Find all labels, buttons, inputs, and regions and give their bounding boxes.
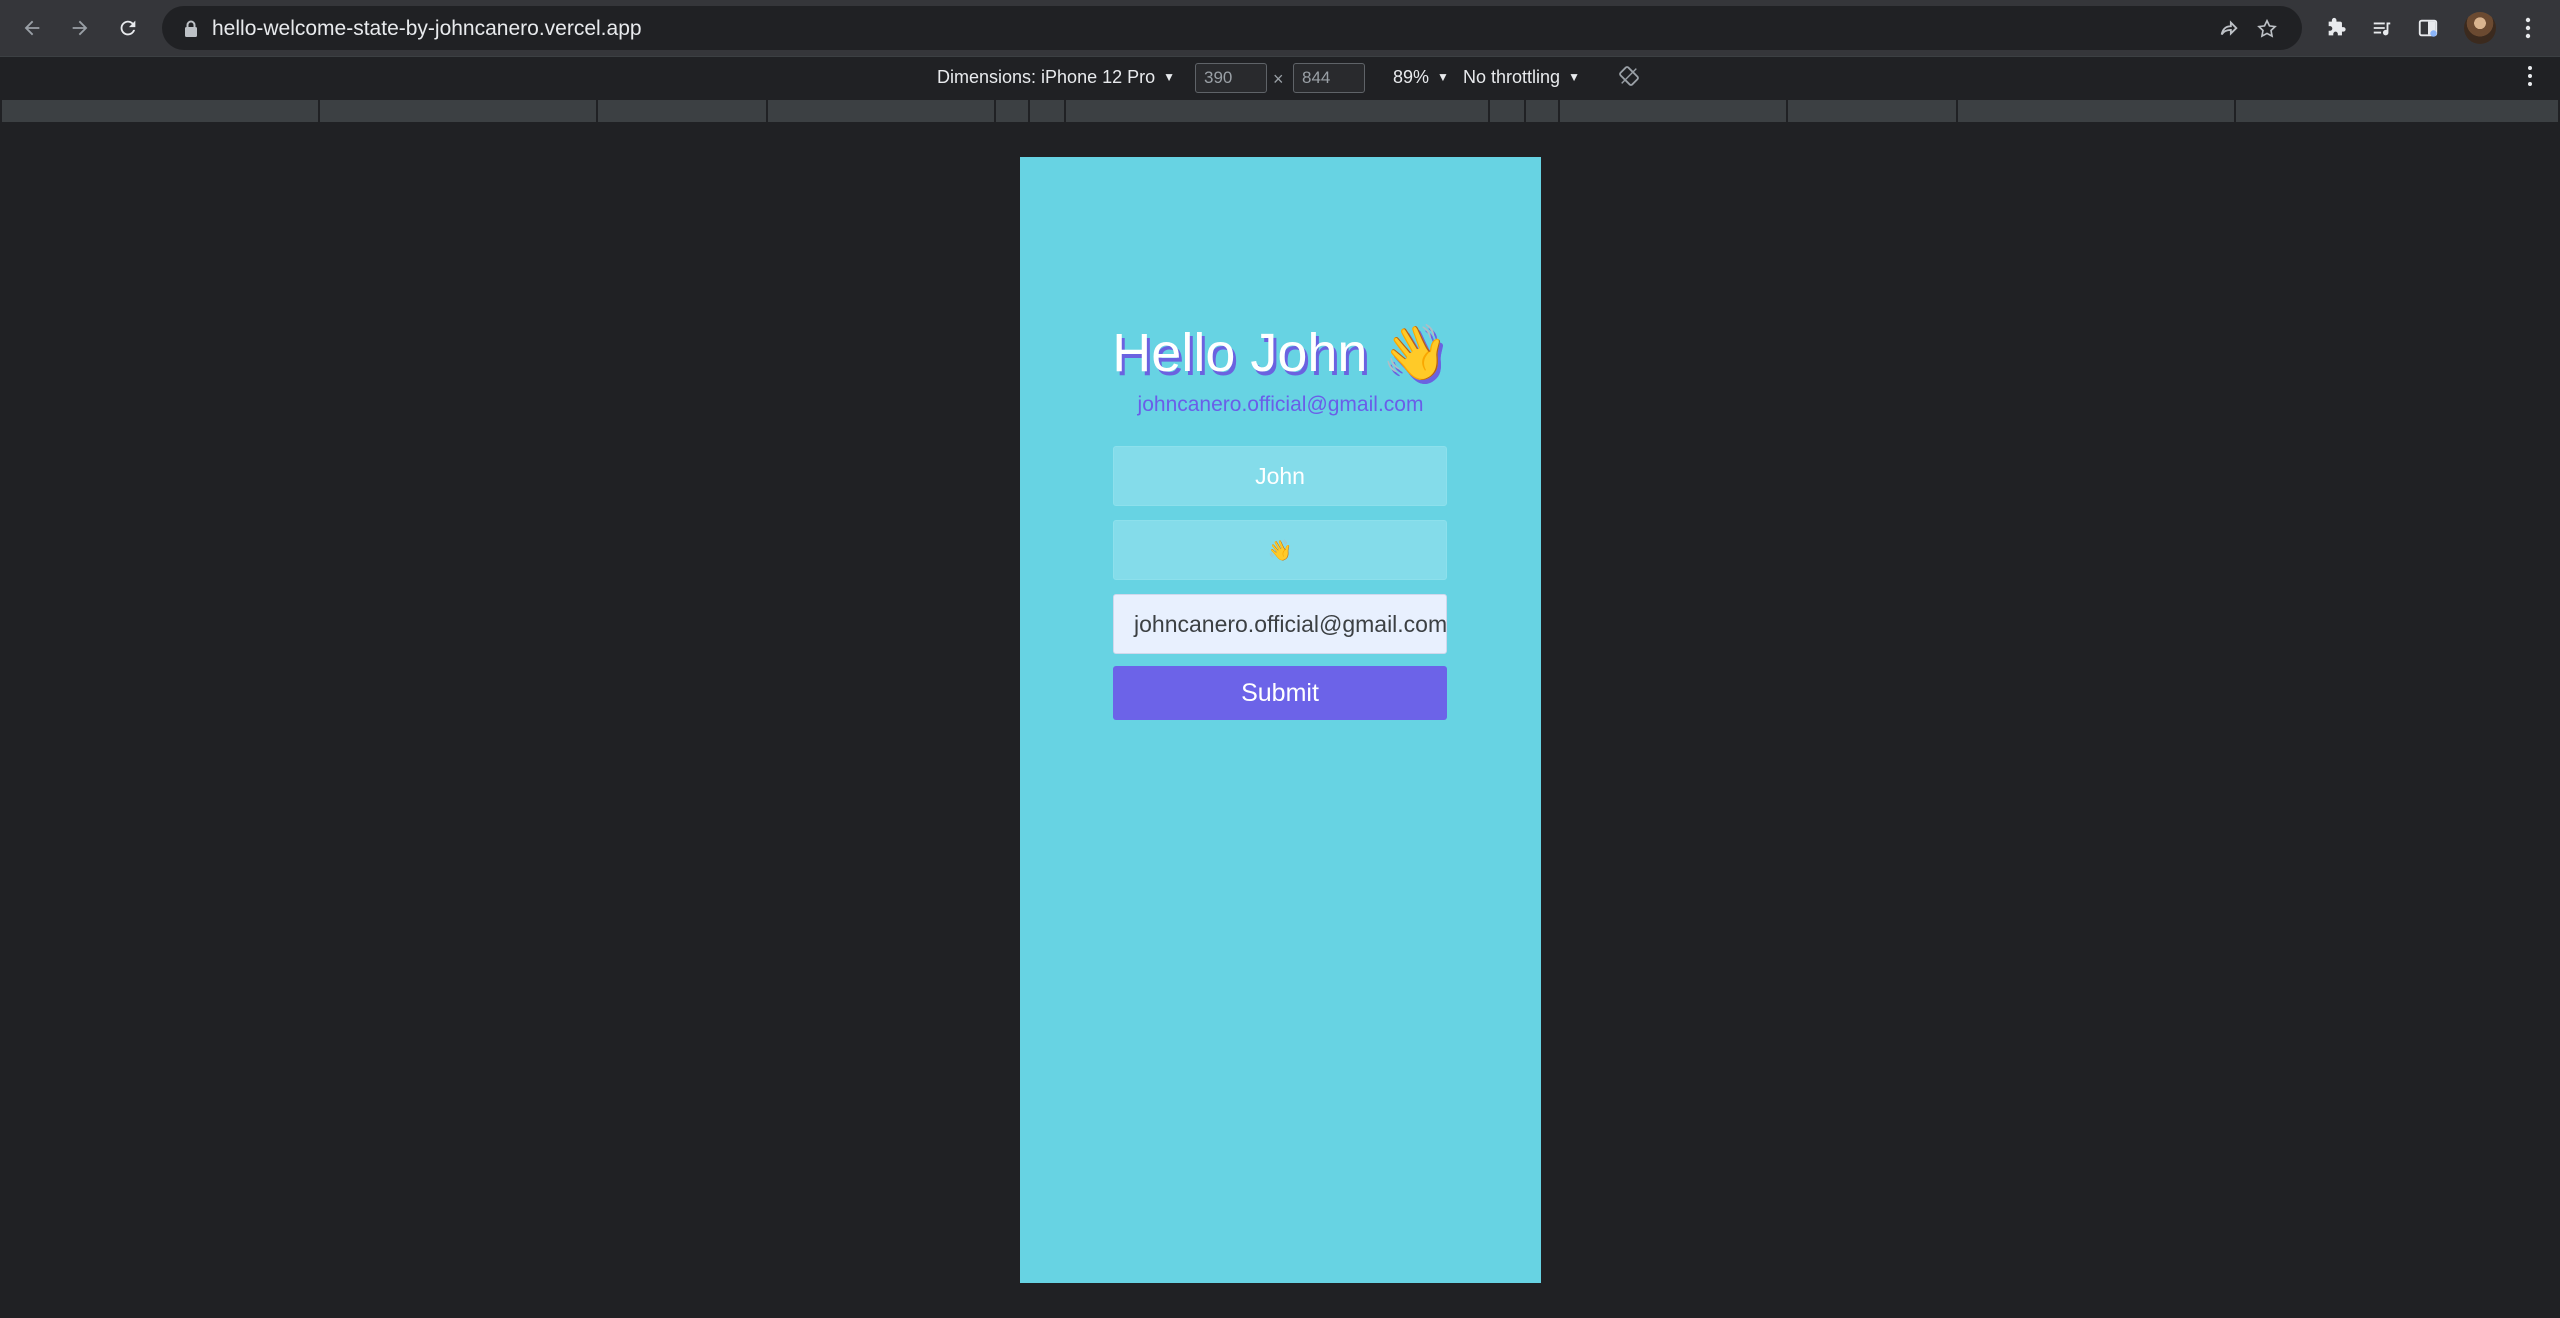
media-query-segment[interactable] — [2236, 100, 2558, 122]
email-input[interactable]: johncanero.official@gmail.com — [1113, 594, 1447, 654]
device-toolbar: Dimensions: iPhone 12 Pro ▼ 390 × 844 89%… — [0, 56, 2560, 98]
zoom-select[interactable]: 89% ▼ — [1393, 67, 1449, 88]
extensions-button[interactable] — [2320, 12, 2352, 44]
email-display: johncanero.official@gmail.com — [1137, 393, 1424, 416]
reload-button[interactable] — [112, 12, 144, 44]
media-query-segment[interactable] — [2, 100, 320, 122]
media-query-segment[interactable] — [768, 100, 996, 122]
device-select[interactable]: Dimensions: iPhone 12 Pro ▼ — [937, 67, 1175, 88]
name-input[interactable]: John — [1113, 446, 1447, 506]
dropdown-triangle-icon: ▼ — [1437, 70, 1449, 84]
device-toolbar-menu-button[interactable] — [2526, 65, 2534, 92]
vertical-dots-icon — [2525, 17, 2531, 39]
media-query-bar — [0, 98, 2560, 126]
rotate-button[interactable] — [1618, 65, 1640, 92]
device-select-label: Dimensions: iPhone 12 Pro — [937, 67, 1156, 87]
media-query-segment[interactable] — [1560, 100, 1788, 122]
playlist-icon — [2373, 22, 2391, 36]
browser-toolbar: hello-welcome-state-by-johncanero.vercel… — [0, 0, 2560, 56]
media-query-segment[interactable] — [1788, 100, 1958, 122]
dimension-separator: × — [1273, 69, 1284, 89]
media-query-segment[interactable] — [1490, 100, 1526, 122]
media-query-segment[interactable] — [598, 100, 768, 122]
throttling-label: No throttling — [1463, 67, 1561, 87]
media-query-segment[interactable] — [1526, 100, 1560, 122]
back-button[interactable] — [16, 12, 48, 44]
emulated-viewport: Hello John 👋 johncanero.official@gmail.co… — [1020, 157, 1541, 1283]
lock-icon — [185, 20, 197, 37]
media-query-segment[interactable] — [1066, 100, 1490, 122]
greeting-text: Hello John — [1112, 323, 1368, 383]
address-bar[interactable]: hello-welcome-state-by-johncanero.vercel… — [162, 6, 2302, 50]
forward-button[interactable] — [64, 12, 96, 44]
zoom-label: 89% — [1393, 67, 1430, 87]
puzzle-icon — [2328, 17, 2346, 36]
dropdown-triangle-icon: ▼ — [1568, 70, 1580, 84]
throttling-select[interactable]: No throttling ▼ — [1463, 67, 1580, 88]
media-controls-button[interactable] — [2366, 12, 2398, 44]
profile-avatar[interactable] — [2464, 12, 2496, 44]
waving-hand-icon: 👋 — [1381, 323, 1449, 383]
media-query-segment[interactable] — [1958, 100, 2236, 122]
submit-button[interactable]: Submit — [1113, 666, 1447, 720]
rotate-icon — [1619, 66, 1639, 86]
greeting-heading: Hello John 👋 — [1020, 322, 1541, 385]
media-query-segment[interactable] — [320, 100, 598, 122]
bookmark-star-icon[interactable] — [2254, 16, 2280, 42]
forward-arrow-icon — [72, 20, 88, 36]
dropdown-triangle-icon: ▼ — [1163, 70, 1176, 84]
share-icon[interactable] — [2216, 16, 2242, 42]
emoji-input[interactable]: 👋 — [1113, 520, 1447, 580]
browser-menu-button[interactable] — [2512, 12, 2544, 44]
side-panel-button[interactable] — [2412, 12, 2444, 44]
url-text: hello-welcome-state-by-johncanero.vercel… — [212, 17, 642, 40]
media-query-segment[interactable] — [996, 100, 1030, 122]
reload-icon — [120, 20, 136, 36]
media-query-segment[interactable] — [1030, 100, 1066, 122]
width-input[interactable]: 390 — [1195, 63, 1267, 93]
side-panel-icon — [2418, 19, 2438, 37]
vertical-dots-icon — [2528, 66, 2532, 86]
back-arrow-icon — [24, 20, 40, 36]
height-input[interactable]: 844 — [1293, 63, 1365, 93]
